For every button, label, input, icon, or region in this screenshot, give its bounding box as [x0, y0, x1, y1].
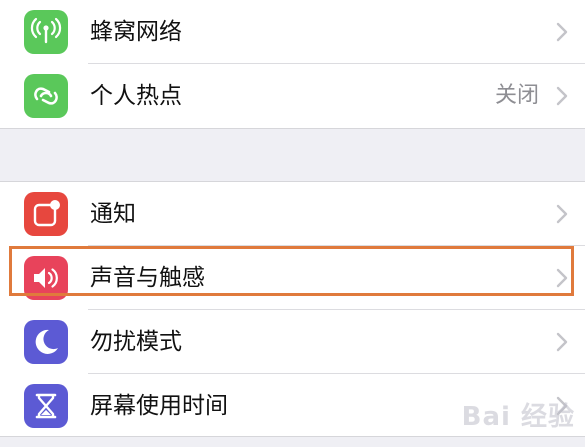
settings-row-label: 个人热点: [90, 83, 182, 109]
notifications-icon: [24, 192, 68, 236]
settings-group-network: 蜂窝网络 个人热点 关闭: [0, 0, 585, 129]
settings-row-label: 蜂窝网络: [90, 19, 182, 45]
chevron-right-icon: [556, 204, 568, 224]
chevron-right-icon: [556, 86, 568, 106]
cellular-antenna-icon: [24, 10, 68, 54]
settings-row-cellular[interactable]: 蜂窝网络: [0, 0, 585, 64]
chevron-right-icon: [556, 332, 568, 352]
settings-row-hotspot[interactable]: 个人热点 关闭: [0, 64, 585, 128]
settings-row-do-not-disturb[interactable]: 勿扰模式: [0, 310, 585, 374]
watermark-logo: Bai 经验: [461, 402, 575, 432]
moon-icon: [24, 320, 68, 364]
settings-row-label: 声音与触感: [90, 265, 205, 291]
chevron-right-icon: [556, 22, 568, 42]
settings-row-notifications[interactable]: 通知: [0, 182, 585, 246]
hotspot-link-icon: [24, 74, 68, 118]
hourglass-icon: [24, 384, 68, 428]
chevron-right-icon: [556, 268, 568, 288]
settings-row-label: 通知: [90, 201, 136, 227]
hotspot-status-value: 关闭: [494, 83, 539, 108]
settings-row-label: 屏幕使用时间: [90, 393, 228, 419]
settings-row-label: 勿扰模式: [90, 329, 182, 355]
speaker-icon: [24, 256, 68, 300]
settings-row-sounds[interactable]: 声音与触感: [0, 246, 585, 310]
